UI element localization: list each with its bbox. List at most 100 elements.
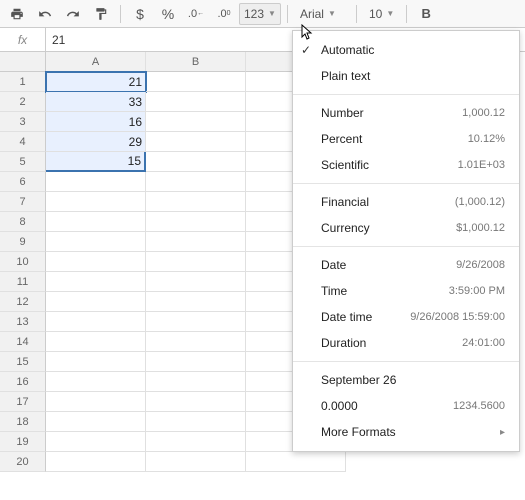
- cell[interactable]: [146, 152, 246, 172]
- bold-button[interactable]: B: [413, 3, 439, 25]
- row-header[interactable]: 11: [0, 272, 46, 292]
- menu-item-datetime[interactable]: Date time 9/26/2008 15:59:00: [293, 304, 519, 330]
- undo-icon[interactable]: [32, 3, 58, 25]
- print-icon[interactable]: [4, 3, 30, 25]
- font-size-dropdown[interactable]: 10 ▼: [363, 3, 400, 25]
- cell[interactable]: [46, 292, 146, 312]
- menu-label: Currency: [321, 221, 370, 235]
- cell[interactable]: [146, 272, 246, 292]
- cell[interactable]: [146, 252, 246, 272]
- row-header[interactable]: 9: [0, 232, 46, 252]
- column-header[interactable]: A: [46, 52, 146, 72]
- cell[interactable]: [146, 412, 246, 432]
- row-header[interactable]: 15: [0, 352, 46, 372]
- more-formats-button[interactable]: 123 ▼: [239, 3, 281, 25]
- cell[interactable]: [46, 252, 146, 272]
- cell[interactable]: [46, 352, 146, 372]
- cell[interactable]: [46, 172, 146, 192]
- cell[interactable]: [46, 272, 146, 292]
- percent-icon[interactable]: %: [155, 3, 181, 25]
- cell[interactable]: [146, 332, 246, 352]
- cell[interactable]: [46, 192, 146, 212]
- cell[interactable]: [146, 432, 246, 452]
- row-header[interactable]: 1: [0, 72, 46, 92]
- cell[interactable]: [46, 212, 146, 232]
- menu-item-scientific[interactable]: Scientific 1.01E+03: [293, 152, 519, 178]
- currency-icon[interactable]: $: [127, 3, 153, 25]
- cell[interactable]: [46, 332, 146, 352]
- row-header[interactable]: 8: [0, 212, 46, 232]
- row-header[interactable]: 3: [0, 112, 46, 132]
- row-headers: 1 2 3 4 5 6 7 8 9 10 11 12 13 14 15 16 1…: [0, 52, 46, 472]
- paint-format-icon[interactable]: [88, 3, 114, 25]
- row-header[interactable]: 14: [0, 332, 46, 352]
- row-header[interactable]: 5: [0, 152, 46, 172]
- cell[interactable]: [46, 432, 146, 452]
- cell[interactable]: [146, 452, 246, 472]
- cell[interactable]: [146, 212, 246, 232]
- decrease-decimal-icon[interactable]: .0←: [183, 3, 209, 25]
- redo-icon[interactable]: [60, 3, 86, 25]
- menu-item-time[interactable]: Time 3:59:00 PM: [293, 278, 519, 304]
- menu-item-duration[interactable]: Duration 24:01:00: [293, 330, 519, 356]
- menu-separator: [293, 246, 519, 247]
- cell[interactable]: [146, 392, 246, 412]
- toolbar: $ % .0← .00 123 ▼ Arial ▼ 10 ▼ B: [0, 0, 525, 28]
- increase-decimal-icon[interactable]: .00: [211, 3, 237, 25]
- cell[interactable]: [46, 312, 146, 332]
- cell[interactable]: [246, 452, 346, 472]
- menu-item-date[interactable]: Date 9/26/2008: [293, 252, 519, 278]
- cell[interactable]: [146, 92, 246, 112]
- formula-input[interactable]: 21: [46, 33, 71, 47]
- cell[interactable]: 16: [46, 112, 146, 132]
- cell[interactable]: [146, 372, 246, 392]
- cell[interactable]: [46, 232, 146, 252]
- cell[interactable]: 33: [46, 92, 146, 112]
- cell[interactable]: [146, 72, 246, 92]
- fx-icon: fx: [0, 28, 46, 51]
- menu-item-percent[interactable]: Percent 10.12%: [293, 126, 519, 152]
- cell[interactable]: [146, 132, 246, 152]
- row-header[interactable]: 7: [0, 192, 46, 212]
- row-header[interactable]: 17: [0, 392, 46, 412]
- select-all-corner[interactable]: [0, 52, 46, 72]
- menu-item-more-formats[interactable]: More Formats ▸: [293, 419, 519, 445]
- row-header[interactable]: 10: [0, 252, 46, 272]
- cell[interactable]: [46, 372, 146, 392]
- cell[interactable]: [46, 412, 146, 432]
- row-header[interactable]: 13: [0, 312, 46, 332]
- cell[interactable]: 15: [46, 152, 146, 172]
- cell[interactable]: 29: [46, 132, 146, 152]
- cell[interactable]: [146, 232, 246, 252]
- menu-item-custom-number[interactable]: 0.0000 1234.5600: [293, 393, 519, 419]
- row-header[interactable]: 12: [0, 292, 46, 312]
- row-header[interactable]: 18: [0, 412, 46, 432]
- menu-item-custom-date[interactable]: September 26: [293, 367, 519, 393]
- menu-item-plain-text[interactable]: Plain text: [293, 63, 519, 89]
- menu-item-number[interactable]: Number 1,000.12: [293, 100, 519, 126]
- cell[interactable]: [146, 292, 246, 312]
- cell[interactable]: [146, 172, 246, 192]
- row-header[interactable]: 4: [0, 132, 46, 152]
- menu-sample: 1,000.12: [462, 107, 505, 119]
- column-header[interactable]: B: [146, 52, 246, 72]
- cell[interactable]: 21: [46, 72, 146, 92]
- cell[interactable]: [146, 192, 246, 212]
- row-header[interactable]: 16: [0, 372, 46, 392]
- caret-down-icon: ▼: [386, 9, 394, 18]
- cell[interactable]: [46, 392, 146, 412]
- row-header[interactable]: 6: [0, 172, 46, 192]
- font-family-dropdown[interactable]: Arial ▼: [294, 3, 350, 25]
- cell[interactable]: [146, 112, 246, 132]
- menu-item-automatic[interactable]: ✓ Automatic: [293, 37, 519, 63]
- menu-label: Duration: [321, 336, 366, 350]
- menu-sample: 24:01:00: [462, 337, 505, 349]
- cell[interactable]: [146, 312, 246, 332]
- cell[interactable]: [146, 352, 246, 372]
- menu-item-financial[interactable]: Financial (1,000.12): [293, 189, 519, 215]
- menu-item-currency[interactable]: Currency $1,000.12: [293, 215, 519, 241]
- row-header[interactable]: 2: [0, 92, 46, 112]
- cell[interactable]: [46, 452, 146, 472]
- row-header[interactable]: 20: [0, 452, 46, 472]
- row-header[interactable]: 19: [0, 432, 46, 452]
